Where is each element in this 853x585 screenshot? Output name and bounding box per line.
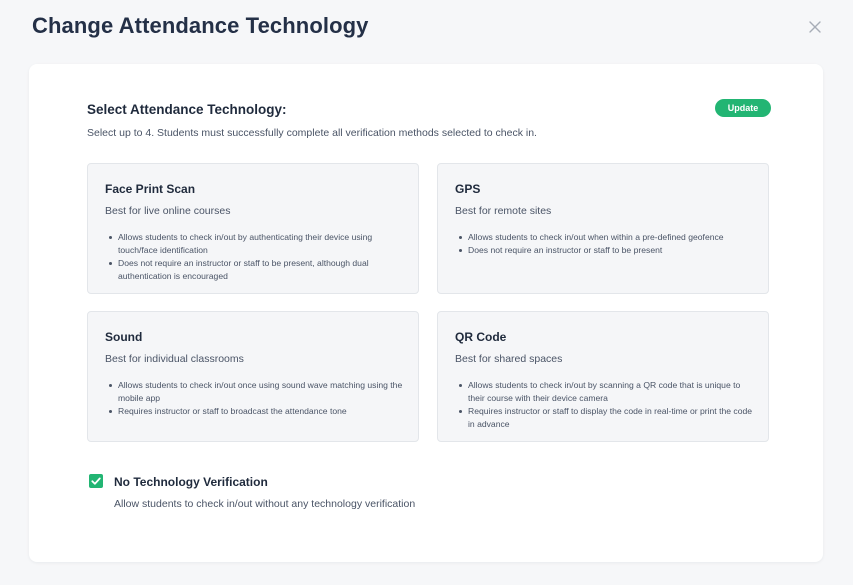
option-bullet-list: Allows students to check in/out when wit… [455,231,755,257]
option-bullet: Does not require an instructor or staff … [105,257,405,283]
close-icon [809,21,821,33]
option-subtitle: Best for shared spaces [455,353,563,365]
option-title: Face Print Scan [105,182,196,196]
option-bullet-list: Allows students to check in/out by scann… [455,379,755,431]
page-title: Change Attendance Technology [32,13,369,38]
option-bullet: Allows students to check in/out by scann… [455,379,755,405]
option-bullet: Does not require an instructor or staff … [455,244,755,257]
option-card-sound[interactable]: Sound Best for individual classrooms All… [87,311,419,442]
option-bullet: Allows students to check in/out when wit… [455,231,755,244]
option-bullet: Requires instructor or staff to display … [455,405,755,431]
no-technology-title[interactable]: No Technology Verification [114,475,268,489]
settings-panel: Select Attendance Technology: Update Sel… [29,64,823,562]
option-title: QR Code [455,330,507,344]
option-bullet: Allows students to check in/out by authe… [105,231,405,257]
update-button[interactable]: Update [715,99,771,117]
option-card-gps[interactable]: GPS Best for remote sites Allows student… [437,163,769,294]
modal-header: Change Attendance Technology [0,0,853,56]
section-title: Select Attendance Technology: [87,102,287,117]
option-bullet-list: Allows students to check in/out by authe… [105,231,405,283]
option-title: GPS [455,182,481,196]
option-card-qr-code[interactable]: QR Code Best for shared spaces Allows st… [437,311,769,442]
no-technology-checkbox[interactable] [89,474,103,488]
option-subtitle: Best for remote sites [455,205,552,217]
no-technology-description: Allow students to check in/out without a… [114,498,416,510]
checkmark-icon [91,477,101,485]
option-title: Sound [105,330,143,344]
option-card-face-print-scan[interactable]: Face Print Scan Best for live online cou… [87,163,419,294]
option-subtitle: Best for individual classrooms [105,353,244,365]
option-bullet: Requires instructor or staff to broadcas… [105,405,405,418]
close-button[interactable] [805,17,825,37]
option-bullet-list: Allows students to check in/out once usi… [105,379,405,418]
section-subtitle: Select up to 4. Students must successful… [87,127,537,139]
option-subtitle: Best for live online courses [105,205,231,217]
option-bullet: Allows students to check in/out once usi… [105,379,405,405]
